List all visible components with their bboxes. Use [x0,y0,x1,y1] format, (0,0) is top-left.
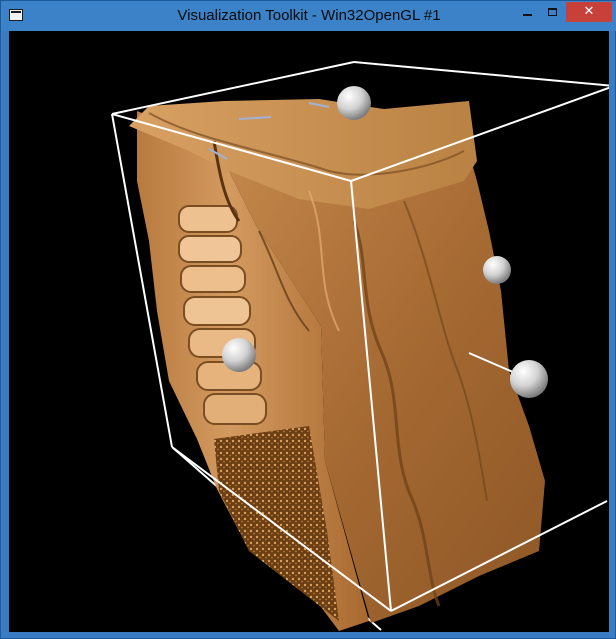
minimize-icon [523,14,532,16]
handle-sphere-right-upper[interactable] [483,256,511,284]
volume-rendering[interactable] [129,99,545,631]
close-button[interactable]: ✕ [566,2,612,22]
handle-sphere-left[interactable] [222,338,256,372]
minimize-button[interactable] [514,2,540,22]
handle-sphere-top[interactable] [337,86,371,120]
handle-sphere-right[interactable] [510,360,548,398]
title-bar[interactable]: Visualization Toolkit - Win32OpenGL #1 ✕ [1,1,616,31]
application-window: Visualization Toolkit - Win32OpenGL #1 ✕ [0,0,616,639]
render-canvas [111,61,609,631]
maximize-icon [548,8,557,16]
render-viewport[interactable] [9,31,609,632]
maximize-button[interactable] [540,2,566,22]
close-icon: ✕ [583,4,595,19]
